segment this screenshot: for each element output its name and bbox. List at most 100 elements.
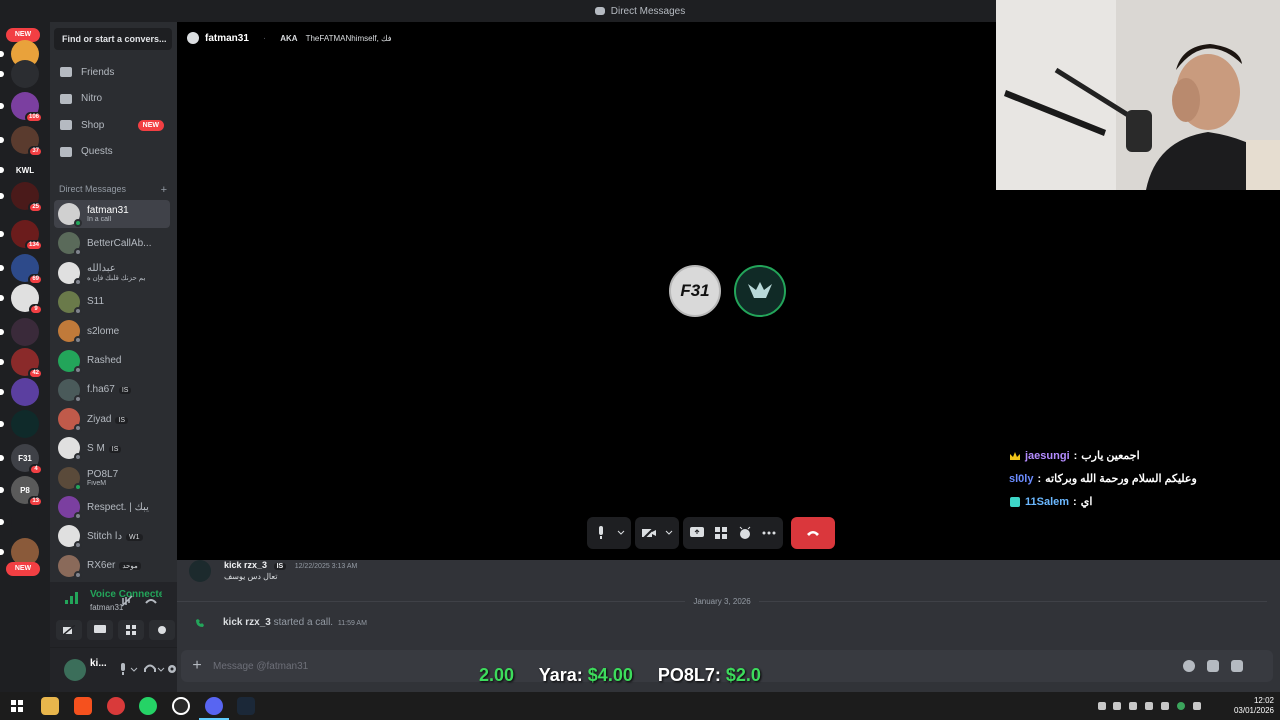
- dm-item[interactable]: BetterCallAb...: [54, 229, 170, 257]
- dm-name: S M IS: [87, 443, 122, 454]
- steam-tray-icon[interactable]: [1129, 702, 1137, 710]
- message-input[interactable]: Message @fatman31: [213, 661, 308, 672]
- status-indicator: [74, 248, 82, 257]
- dm-item[interactable]: RX6er موحد: [54, 552, 170, 580]
- end-call-button[interactable]: [791, 517, 835, 549]
- whatsapp-icon[interactable]: [139, 697, 157, 715]
- dm-name: PO8L7: [87, 468, 119, 480]
- chevron-down-icon[interactable]: [130, 663, 138, 675]
- server-icon[interactable]: 134: [11, 220, 43, 251]
- nav-item-shop[interactable]: Shop NEW: [54, 113, 172, 137]
- dm-item[interactable]: عبدالله يم حزنك قلبك فإن ه: [54, 259, 170, 287]
- nav-item-quests[interactable]: Quests: [54, 140, 172, 164]
- microphone-icon[interactable]: [593, 525, 609, 541]
- more-options-icon[interactable]: [761, 525, 777, 541]
- app-tray-icon-2[interactable]: [1193, 702, 1201, 710]
- server-icon[interactable]: F31 4: [11, 444, 43, 475]
- mute-mic-icon[interactable]: [117, 663, 129, 675]
- dm-item[interactable]: S M IS: [54, 434, 170, 462]
- mic-control[interactable]: [587, 517, 631, 549]
- nav-item-nitro[interactable]: Nitro: [54, 87, 172, 111]
- server-icon[interactable]: [11, 410, 39, 438]
- noise-suppression-icon[interactable]: [120, 594, 134, 608]
- server-icon[interactable]: 25: [11, 182, 43, 213]
- file-explorer-icon[interactable]: [41, 697, 59, 715]
- camera-button[interactable]: [56, 620, 82, 640]
- gift-icon[interactable]: [1231, 660, 1243, 672]
- server-icon[interactable]: [11, 508, 39, 536]
- add-attachment-icon[interactable]: +: [181, 657, 213, 675]
- sticker-icon[interactable]: [1207, 660, 1219, 672]
- create-dm-icon[interactable]: +: [161, 184, 167, 196]
- dm-item[interactable]: Stitch دا W1: [54, 522, 170, 550]
- chevron-down-icon[interactable]: [617, 525, 625, 541]
- clock-date: 03/01/2026: [1233, 706, 1274, 715]
- user-avatar[interactable]: [64, 659, 86, 681]
- activities-icon[interactable]: [713, 525, 729, 541]
- call-participant-avatar[interactable]: F31: [669, 265, 721, 317]
- call-event-author[interactable]: kick rzx_3: [223, 617, 271, 628]
- unread-indicator: [0, 519, 4, 525]
- camera-off-icon[interactable]: [641, 525, 657, 541]
- disconnect-icon[interactable]: [144, 594, 158, 608]
- dm-item[interactable]: Rashed: [54, 347, 170, 375]
- chevron-down-icon[interactable]: [665, 525, 673, 541]
- server-icon[interactable]: [11, 378, 39, 406]
- screen-share-icon[interactable]: [689, 525, 705, 541]
- emoji-icon[interactable]: [1183, 660, 1195, 672]
- user-name[interactable]: ki...: [90, 658, 107, 669]
- chat-username: jaesungi: [1025, 449, 1070, 462]
- steam-icon[interactable]: [237, 697, 255, 715]
- camera-control[interactable]: [635, 517, 679, 549]
- server-icon[interactable]: KWL: [11, 156, 39, 184]
- message-avatar[interactable]: [189, 560, 211, 582]
- signal-icon[interactable]: [64, 591, 80, 605]
- dm-item[interactable]: fatman31 In a call: [54, 200, 170, 228]
- dm-search-button[interactable]: Find or start a convers...: [54, 28, 172, 50]
- brave-browser-icon[interactable]: [74, 697, 92, 715]
- mic-tray-icon[interactable]: [1098, 702, 1106, 710]
- dm-item[interactable]: Ziyad IS: [54, 405, 170, 433]
- channel-name[interactable]: fatman31: [205, 33, 249, 44]
- server-icon[interactable]: P8 13: [11, 476, 43, 507]
- volume-tray-icon[interactable]: [1113, 702, 1121, 710]
- dm-item[interactable]: PO8L7 FiveM: [54, 464, 170, 492]
- chevron-down-icon[interactable]: [157, 663, 165, 675]
- message-author[interactable]: kick rzx_3: [224, 560, 267, 570]
- dm-item[interactable]: s2lome: [54, 317, 170, 345]
- voice-channel[interactable]: fatman31: [90, 603, 123, 612]
- server-icon[interactable]: 9: [11, 284, 43, 315]
- server-icon[interactable]: 106: [11, 92, 43, 123]
- status-tray-icon[interactable]: [1177, 702, 1185, 710]
- gear-icon[interactable]: [167, 663, 177, 675]
- server-icon[interactable]: [11, 318, 39, 346]
- date-divider-label: January 3, 2026: [693, 596, 751, 606]
- chat-text: وعليكم السلام ورحمة الله وبركاته: [1045, 473, 1197, 485]
- call-participant-avatar[interactable]: [734, 265, 786, 317]
- windows-taskbar: 12:02 03/01/2026: [0, 692, 1280, 720]
- server-icon[interactable]: 69: [11, 254, 43, 285]
- app-tray-icon[interactable]: [1161, 702, 1169, 710]
- screen-share-button[interactable]: [87, 620, 113, 640]
- server-icon[interactable]: [11, 60, 39, 88]
- activities-button[interactable]: [118, 620, 144, 640]
- soundboard-button[interactable]: [149, 620, 175, 640]
- app-icon[interactable]: [107, 697, 125, 715]
- server-icon[interactable]: 42: [11, 348, 43, 379]
- dm-item[interactable]: S11: [54, 288, 170, 316]
- dm-item[interactable]: f.ha67 IS: [54, 376, 170, 404]
- steelseries-icon[interactable]: [172, 697, 190, 715]
- headphones-icon[interactable]: [144, 663, 156, 675]
- taskbar-clock[interactable]: 12:02 03/01/2026: [1234, 696, 1274, 716]
- nav-item-friends[interactable]: Friends: [54, 60, 172, 84]
- network-tray-icon[interactable]: [1145, 702, 1153, 710]
- dm-avatar: [58, 496, 82, 520]
- discord-taskbar-icon[interactable]: [205, 697, 223, 715]
- soundboard-icon[interactable]: [737, 525, 753, 541]
- dm-item[interactable]: Respect. | يبك: [54, 493, 170, 521]
- server-icon[interactable]: 37: [11, 126, 43, 157]
- new-servers-pill[interactable]: NEW: [6, 562, 40, 576]
- windows-start-icon[interactable]: [8, 697, 26, 715]
- badge-icon: [1010, 496, 1020, 507]
- new-badge: NEW: [137, 119, 164, 131]
